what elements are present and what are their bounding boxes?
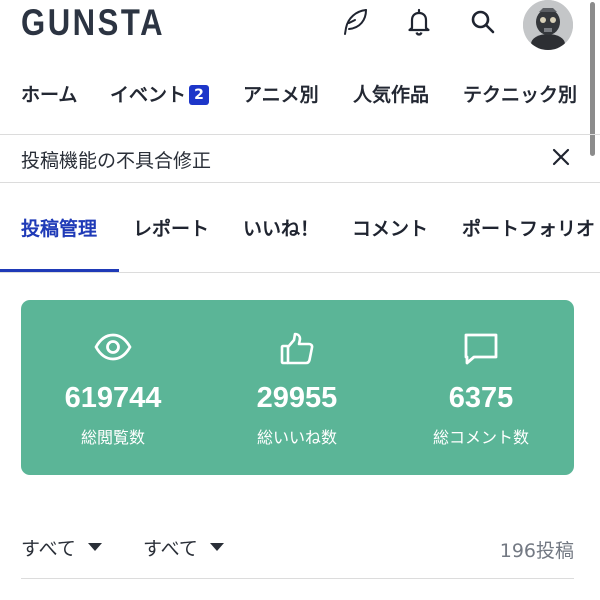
stat-views: 619744 総閲覧数 <box>21 300 205 475</box>
nav-item-by-technique[interactable]: テクニック別 <box>463 80 577 107</box>
avatar[interactable] <box>523 0 573 50</box>
stat-label: 総いいね数 <box>256 428 337 447</box>
filter-dropdown-1[interactable]: すべて <box>21 534 102 561</box>
stat-likes: 29955 総いいね数 <box>205 300 389 475</box>
stat-value: 29955 <box>256 382 338 414</box>
stats-card: 619744 総閲覧数 29955 総いいね数 6375 総コメント数 <box>21 300 574 475</box>
bell-icon[interactable] <box>403 6 435 38</box>
close-icon[interactable] <box>550 146 572 168</box>
tab-report[interactable]: レポート <box>133 214 209 241</box>
notification-badge: 2 <box>189 85 210 105</box>
app-logo[interactable]: GUNSTA <box>21 2 165 44</box>
search-icon[interactable] <box>467 6 499 38</box>
divider <box>0 182 600 183</box>
tab-post-management[interactable]: 投稿管理 <box>21 214 97 241</box>
comment-icon <box>463 332 499 370</box>
stat-value: 619744 <box>64 382 162 414</box>
feather-icon[interactable] <box>339 6 371 38</box>
eye-icon <box>94 332 132 366</box>
filter-dropdown-2[interactable]: すべて <box>143 534 224 561</box>
divider <box>0 272 600 273</box>
app-header: GUNSTA <box>0 0 600 50</box>
scrollbar[interactable] <box>590 2 595 156</box>
tab-comments[interactable]: コメント <box>352 214 428 241</box>
tab-portfolio[interactable]: ポートフォリオ <box>462 214 595 241</box>
divider <box>0 134 600 135</box>
nav-item-by-anime[interactable]: アニメ別 <box>243 80 319 107</box>
nav-item-home[interactable]: ホーム <box>21 80 77 107</box>
page: GUNSTA ホーム イベント 2 アニメ別 人気作品 テクニック別 投稿機能の… <box>0 0 600 600</box>
stat-label: 総閲覧数 <box>80 428 145 447</box>
thumbs-up-icon <box>279 332 315 370</box>
post-count: 196投稿 <box>499 540 574 562</box>
nav-item-popular[interactable]: 人気作品 <box>353 80 429 107</box>
stat-value: 6375 <box>448 382 514 414</box>
notice-text[interactable]: 投稿機能の不具合修正 <box>21 146 211 173</box>
caret-down-icon <box>209 543 224 551</box>
tab-likes[interactable]: いいね！ <box>243 214 319 241</box>
stat-comments: 6375 総コメント数 <box>389 300 573 475</box>
caret-down-icon <box>87 543 102 551</box>
main-nav: ホーム イベント 2 アニメ別 人気作品 テクニック別 <box>0 80 600 120</box>
nav-item-events[interactable]: イベント 2 <box>110 80 210 107</box>
divider <box>21 578 574 579</box>
stat-label: 総コメント数 <box>432 428 529 447</box>
